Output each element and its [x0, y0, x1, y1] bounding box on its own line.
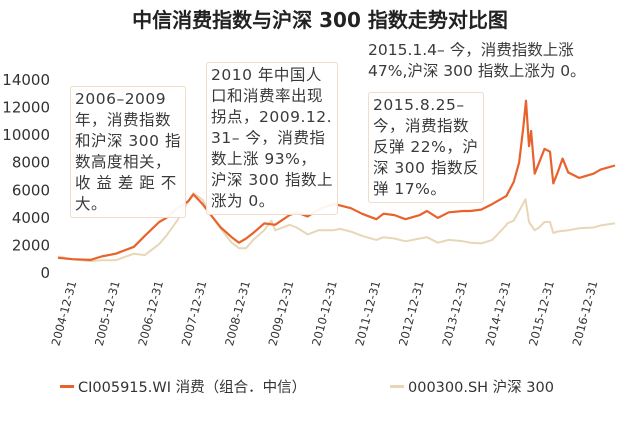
x-tick-label: 2014-12-31: [483, 279, 514, 347]
chart-legend: CI005915.WI 消费（组合．中信） 000300.SH 沪深 300: [60, 376, 620, 396]
x-tick-label: 2005-12-31: [92, 279, 123, 347]
x-tick-label: 2011-12-31: [352, 279, 383, 347]
y-tick-label: 4000: [12, 209, 50, 227]
annotation-2015-1-4: 2015.1.4– 今，消费指数上涨 47%,沪深 300 指数上涨为 0。: [368, 41, 586, 80]
legend-label-csi300: 000300.SH 沪深 300: [408, 380, 554, 396]
legend-item-consumption: CI005915.WI 消费（组合．中信）: [60, 376, 306, 397]
y-axis-ticks: 0 2000 4000 6000 8000 10000 12000 14000: [2, 71, 50, 282]
x-tick-label: 2006-12-31: [135, 279, 166, 347]
y-tick-label: 10000: [2, 126, 50, 144]
x-tick-label: 2016-12-31: [570, 279, 601, 347]
x-tick-label: 2007-12-31: [179, 279, 210, 347]
annotation-2015-8-25: 2015.8.25– 今，消费指数 反弹 22%，沪 深 300 指数反 弹 1…: [368, 92, 484, 203]
annotation-2006-2009: 2006–2009 年，消费指数 和沪深 300 指 数高度相关， 收 益 差 …: [70, 86, 186, 218]
x-tick-label: 2010-12-31: [309, 279, 340, 347]
legend-swatch-csi300: [390, 384, 404, 388]
x-tick-label: 2012-12-31: [396, 279, 427, 347]
x-tick-label: 2004-12-31: [48, 279, 79, 347]
annotation-2010: 2010 年中国人 口和消费率出现 拐点，2009.12. 31– 今，消费指 …: [206, 62, 338, 215]
y-tick-label: 14000: [2, 71, 50, 89]
legend-item-csi300: 000300.SH 沪深 300: [390, 376, 554, 397]
x-tick-label: 2013-12-31: [439, 279, 470, 347]
x-axis-ticks: 2004-12-31 2005-12-31 2006-12-31 2007-12-31…: [48, 279, 600, 347]
x-tick-label: 2015-12-31: [526, 279, 557, 347]
y-tick-label: 8000: [12, 154, 50, 172]
y-tick-label: 2000: [12, 236, 50, 254]
legend-label-consumption: CI005915.WI 消费（组合．中信）: [78, 380, 307, 396]
y-tick-label: 12000: [2, 99, 50, 117]
y-tick-label: 6000: [12, 181, 50, 199]
legend-swatch-consumption: [60, 384, 74, 388]
x-tick-label: 2008-12-31: [222, 279, 253, 347]
y-tick-label: 0: [40, 264, 50, 282]
x-tick-label: 2009-12-31: [266, 279, 297, 347]
